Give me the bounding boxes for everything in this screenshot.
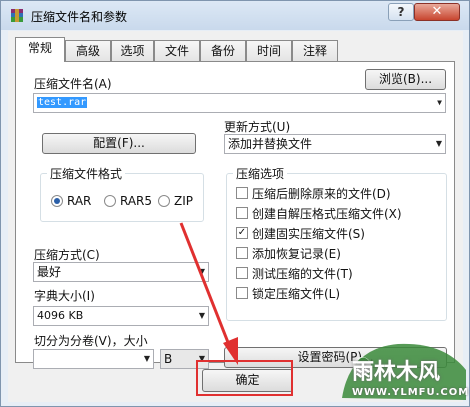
- dictionary-label: 字典大小(I): [34, 289, 95, 303]
- profiles-button[interactable]: 配置(F)...: [42, 133, 196, 154]
- update-mode-label: 更新方式(U): [224, 120, 291, 134]
- watermark-url: WWW.YLMFU.COM: [352, 387, 470, 398]
- options-group-title: 压缩选项: [233, 165, 288, 182]
- general-tab-panel: 压缩文件名(A) 浏览(B)... test.rar ▼ 更新方式(U) 添加并…: [15, 61, 455, 369]
- archive-name-input[interactable]: test.rar ▼: [33, 93, 446, 113]
- chevron-down-icon: ▼: [143, 354, 150, 363]
- title-bar[interactable]: 压缩文件名和参数 ? ✕: [1, 1, 469, 30]
- chevron-down-icon: ▼: [198, 267, 205, 276]
- radio-zip-label: ZIP: [174, 194, 193, 208]
- tab-files[interactable]: 文件: [154, 40, 200, 61]
- checkbox-solid[interactable]: ✓: [236, 227, 248, 239]
- checkbox-recovery[interactable]: [236, 247, 248, 259]
- checkbox-test[interactable]: [236, 267, 248, 279]
- radio-rar5[interactable]: [104, 195, 116, 207]
- option-solid-label: 创建固实压缩文件(S): [252, 227, 365, 241]
- archive-name-value: test.rar: [37, 97, 88, 108]
- option-test-label: 测试压缩的文件(T): [252, 267, 353, 281]
- dictionary-value: 4096 KB: [37, 309, 84, 322]
- split-size-input[interactable]: ▼: [33, 349, 154, 369]
- annotation-highlight-box: [196, 360, 293, 396]
- split-unit-value: B: [164, 352, 173, 366]
- watermark-text: 雨林木风: [352, 360, 441, 385]
- window-title: 压缩文件名和参数: [31, 10, 128, 24]
- compression-label: 压缩方式(C): [34, 248, 100, 262]
- archive-name-label: 压缩文件名(A): [34, 77, 112, 91]
- compression-value: 最好: [37, 265, 62, 279]
- checkbox-lock[interactable]: [236, 287, 248, 299]
- tab-time[interactable]: 时间: [246, 40, 292, 61]
- dictionary-select[interactable]: 4096 KB ▼: [33, 306, 209, 326]
- update-mode-select[interactable]: 添加并替换文件 ▼: [224, 134, 446, 154]
- checkbox-sfx[interactable]: [236, 207, 248, 219]
- update-mode-value: 添加并替换文件: [228, 137, 313, 151]
- chevron-down-icon: ▼: [435, 139, 442, 148]
- radio-zip[interactable]: [158, 195, 170, 207]
- option-lock-label: 锁定压缩文件(L): [252, 287, 341, 301]
- tab-comment[interactable]: 注释: [292, 40, 338, 61]
- browse-button[interactable]: 浏览(B)...: [365, 69, 446, 90]
- compression-select[interactable]: 最好 ▼: [33, 262, 209, 282]
- radio-rar-label: RAR: [67, 194, 92, 208]
- winrar-app-icon: [11, 9, 23, 22]
- radio-rar[interactable]: [51, 195, 63, 207]
- tab-backup[interactable]: 备份: [200, 40, 246, 61]
- chevron-down-icon: ▼: [437, 98, 442, 107]
- chevron-down-icon: ▼: [198, 311, 205, 320]
- radio-rar5-label: RAR5: [120, 194, 153, 208]
- option-delete-after-label: 压缩后删除原来的文件(D): [252, 187, 391, 201]
- tab-options[interactable]: 选项: [111, 40, 154, 61]
- options-group: 压缩选项 压缩后删除原来的文件(D) 创建自解压格式压缩文件(X) ✓ 创建固实…: [226, 165, 447, 321]
- format-group-title: 压缩文件格式: [47, 165, 126, 182]
- help-button[interactable]: ?: [388, 3, 414, 21]
- option-recovery-label: 添加恢复记录(E): [252, 247, 341, 261]
- checkbox-delete-after[interactable]: [236, 187, 248, 199]
- option-sfx-label: 创建自解压格式压缩文件(X): [252, 207, 402, 221]
- split-label: 切分为分卷(V)，大小: [34, 334, 148, 348]
- close-button[interactable]: ✕: [414, 3, 460, 21]
- tab-general[interactable]: 常规: [15, 37, 65, 62]
- close-icon: ✕: [431, 4, 443, 19]
- tab-advanced[interactable]: 高级: [65, 40, 111, 61]
- format-group: 压缩文件格式 RAR RAR5 ZIP: [40, 165, 204, 222]
